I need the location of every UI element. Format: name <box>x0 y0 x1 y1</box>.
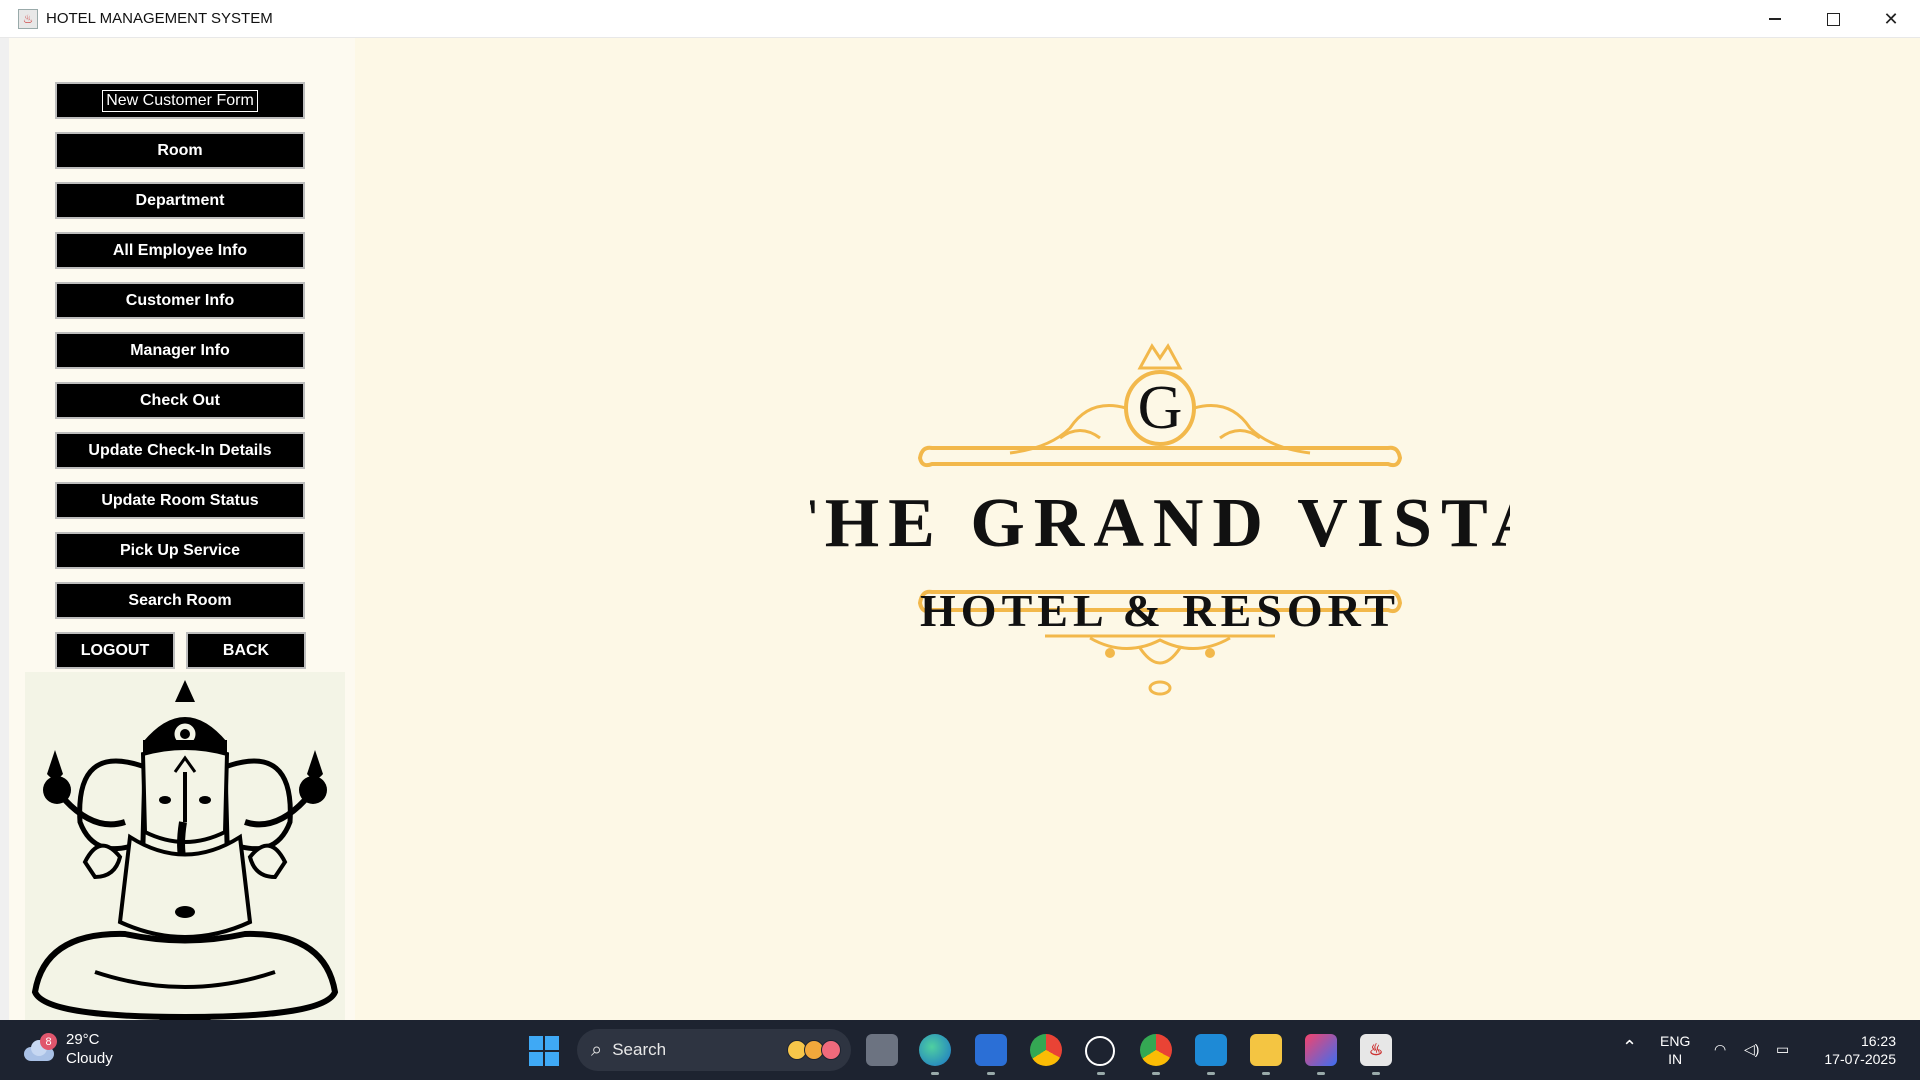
wifi-icon[interactable]: ◠ <box>1714 1040 1726 1058</box>
manager-info-button[interactable]: Manager Info <box>55 332 305 369</box>
button-label: All Employee Info <box>112 241 248 259</box>
search-icon: ⌕ <box>591 1038 603 1061</box>
department-button[interactable]: Department <box>55 182 305 219</box>
button-label: BACK <box>222 641 270 659</box>
logout-button[interactable]: LOGOUT <box>55 632 175 669</box>
all-employee-info-button[interactable]: All Employee Info <box>55 232 305 269</box>
button-label: Check Out <box>139 391 220 409</box>
notification-badge: 8 <box>40 1033 57 1050</box>
title-bar: ♨ HOTEL MANAGEMENT SYSTEM ✕ <box>0 0 1920 38</box>
chevron-up-icon[interactable]: ⌃ <box>1622 1038 1637 1056</box>
button-label: Update Room Status <box>101 491 259 509</box>
update-check-in-details-button[interactable]: Update Check-In Details <box>55 432 305 469</box>
logo-monogram: G <box>1138 374 1183 442</box>
button-label: LOGOUT <box>80 641 150 659</box>
ganesha-image <box>25 672 345 1040</box>
cloud-icon: 8 <box>22 1033 57 1061</box>
customer-info-button[interactable]: Customer Info <box>55 282 305 319</box>
close-button[interactable]: ✕ <box>1862 0 1920 38</box>
weather-condition: Cloudy <box>66 1050 113 1067</box>
button-label: Department <box>135 191 225 209</box>
sidebar-panel: New Customer Form Room Department All Em… <box>9 38 355 1040</box>
java-icon[interactable]: ♨ <box>1360 1034 1392 1066</box>
window-left-edge <box>0 38 9 1020</box>
emoji-decoration-icon <box>787 1040 841 1060</box>
volume-icon[interactable]: ◁) <box>1744 1040 1759 1058</box>
vscode-icon[interactable] <box>1195 1034 1227 1066</box>
clock[interactable]: 16:23 17-07-2025 <box>1816 1032 1896 1068</box>
button-label: Manager Info <box>130 341 230 359</box>
java-app-icon: ♨ <box>18 8 38 29</box>
maximize-button[interactable] <box>1804 0 1862 38</box>
language-code: ENG <box>1660 1033 1691 1049</box>
search-placeholder: Search <box>612 1040 667 1059</box>
logo-name: THE GRAND VISTA <box>810 485 1510 562</box>
taskbar: 8 29°C Cloudy ⌕ Search ♨ ⌃ ENG IN ◠ ◁) ▭… <box>0 1020 1920 1080</box>
minimize-button[interactable] <box>1746 0 1804 38</box>
window-title: HOTEL MANAGEMENT SYSTEM <box>46 10 273 27</box>
weather-temp: 29°C <box>66 1031 100 1048</box>
chrome-icon[interactable] <box>1030 1034 1062 1066</box>
button-label: New Customer Form <box>102 89 258 112</box>
clock-date: 17-07-2025 <box>1824 1051 1896 1067</box>
windows-start-icon[interactable] <box>529 1036 559 1066</box>
task-view-icon[interactable] <box>866 1034 898 1066</box>
taskbar-search-box[interactable]: ⌕ Search <box>577 1029 851 1071</box>
button-label: Room <box>157 141 203 159</box>
back-button[interactable]: BACK <box>186 632 306 669</box>
ganesha-illustration <box>25 680 345 1037</box>
clock-time: 16:23 <box>1860 1033 1896 1049</box>
file-explorer-icon[interactable] <box>1250 1034 1282 1066</box>
logo-subtitle: HOTEL & RESORT <box>920 585 1400 636</box>
chrome-icon[interactable] <box>1140 1034 1172 1066</box>
store-icon[interactable] <box>975 1034 1007 1066</box>
window-controls: ✕ <box>1746 0 1920 38</box>
hotel-logo: G THE GRAND VISTA HOTEL & RESORT <box>769 328 1542 728</box>
language-indicator[interactable]: ENG IN <box>1660 1032 1690 1068</box>
intellij-icon[interactable] <box>1305 1034 1337 1066</box>
button-label: Search Room <box>128 591 232 609</box>
update-room-status-button[interactable]: Update Room Status <box>55 482 305 519</box>
logo-ornament: G THE GRAND VISTA HOTEL & RESORT <box>769 343 1542 696</box>
check-out-button[interactable]: Check Out <box>55 382 305 419</box>
weather-widget[interactable]: 8 29°C Cloudy <box>22 1030 113 1068</box>
main-content: G THE GRAND VISTA HOTEL & RESORT <box>355 38 1920 1020</box>
battery-icon[interactable]: ▭ <box>1776 1040 1789 1058</box>
button-label: Pick Up Service <box>119 541 241 559</box>
region-code: IN <box>1668 1051 1683 1067</box>
new-customer-form-button[interactable]: New Customer Form <box>55 82 305 119</box>
search-room-button[interactable]: Search Room <box>55 582 305 619</box>
button-label: Update Check-In Details <box>88 441 272 459</box>
button-label: Customer Info <box>125 291 235 309</box>
edge-icon[interactable] <box>919 1034 951 1066</box>
room-button[interactable]: Room <box>55 132 305 169</box>
chatgpt-icon[interactable] <box>1085 1036 1115 1066</box>
pick-up-service-button[interactable]: Pick Up Service <box>55 532 305 569</box>
